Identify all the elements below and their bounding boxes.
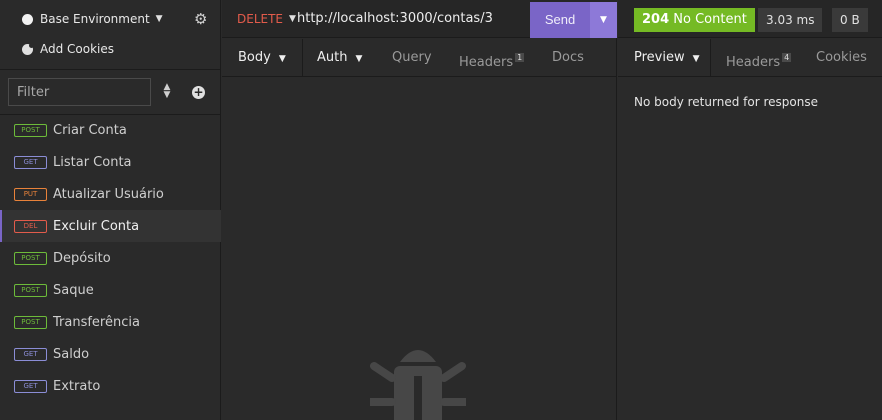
- request-item[interactable]: GET Extrato: [0, 370, 221, 402]
- url-input[interactable]: http://localhost:3000/contas/3: [297, 11, 493, 26]
- request-item[interactable]: POST Depósito: [0, 242, 221, 274]
- method-badge: POST: [14, 315, 47, 329]
- chevron-down-icon: ▼: [155, 14, 163, 24]
- tab-response-headers[interactable]: Headers 4: [726, 39, 792, 77]
- url-bar: DELETE ▼ http://localhost:3000/contas/3 …: [222, 0, 617, 38]
- gear-icon[interactable]: ⚙: [194, 12, 209, 27]
- request-name: Depósito: [53, 250, 111, 266]
- empty-response-message: No body returned for response: [634, 95, 818, 109]
- request-item[interactable]: PUT Atualizar Usuário: [0, 178, 221, 210]
- tab-auth[interactable]: Auth ▼: [317, 39, 362, 77]
- method-badge: GET: [14, 379, 47, 393]
- tab-preview-label: Preview: [634, 50, 685, 65]
- method-badge: POST: [14, 251, 47, 265]
- request-name: Criar Conta: [53, 122, 127, 138]
- request-name: Atualizar Usuário: [53, 186, 164, 202]
- size-badge: 0 B: [832, 8, 868, 32]
- response-status-bar: 204 No Content 3.03 ms 0 B: [618, 0, 882, 38]
- filter-input[interactable]: [8, 78, 151, 106]
- method-badge: GET: [14, 155, 47, 169]
- headers-count-badge: 1: [515, 53, 525, 62]
- chevron-down-icon: ▼: [278, 54, 286, 64]
- tab-docs[interactable]: Docs: [552, 39, 584, 77]
- tab-body[interactable]: Body ▼: [238, 39, 286, 77]
- environment-section: Base Environment ▼ ⚙ Add Cookies: [0, 0, 221, 70]
- request-name: Transferência: [53, 314, 140, 330]
- method-badge: POST: [14, 283, 47, 297]
- send-button[interactable]: Send: [530, 2, 590, 38]
- request-item[interactable]: GET Listar Conta: [0, 146, 221, 178]
- environment-dot-icon: [22, 13, 33, 25]
- response-headers-count-badge: 4: [782, 53, 792, 62]
- bug-icon: [370, 350, 466, 420]
- add-request-icon[interactable]: +: [192, 86, 205, 99]
- tab-query-label: Query: [392, 50, 432, 65]
- tab-divider: [302, 39, 303, 77]
- method-selector[interactable]: DELETE ▼: [237, 12, 296, 26]
- method-badge: POST: [14, 123, 47, 137]
- tab-cookies[interactable]: Cookies: [816, 39, 867, 77]
- environment-label: Base Environment: [40, 12, 150, 26]
- chevron-down-icon: ▼: [692, 54, 700, 64]
- tab-docs-label: Docs: [552, 50, 584, 65]
- tab-divider: [710, 39, 711, 77]
- tab-cookies-label: Cookies: [816, 50, 867, 65]
- request-panel: DELETE ▼ http://localhost:3000/contas/3 …: [222, 0, 617, 420]
- timing-badge: 3.03 ms: [758, 8, 823, 32]
- tab-body-label: Body: [238, 50, 271, 65]
- chevron-down-icon: ▼: [289, 14, 296, 24]
- response-panel: 204 No Content 3.03 ms 0 B Preview ▼ Head…: [618, 0, 882, 420]
- tab-auth-label: Auth: [317, 50, 348, 65]
- request-tabs: Body ▼ Auth ▼ Query Headers 1 Docs: [222, 39, 617, 77]
- method-label: DELETE: [237, 12, 284, 26]
- request-name: Saldo: [53, 346, 90, 362]
- request-item[interactable]: DEL Excluir Conta: [0, 210, 221, 242]
- tab-headers-label: Headers: [459, 55, 514, 70]
- tab-preview[interactable]: Preview ▼: [634, 39, 700, 77]
- environment-selector[interactable]: Base Environment ▼: [22, 12, 163, 26]
- add-cookies-button[interactable]: Add Cookies: [22, 42, 114, 56]
- request-item[interactable]: POST Transferência: [0, 306, 221, 338]
- status-badge: 204 No Content: [634, 8, 755, 32]
- request-item[interactable]: POST Saque: [0, 274, 221, 306]
- method-badge: GET: [14, 347, 47, 361]
- status-text: No Content: [673, 12, 747, 27]
- filter-section: ▲▼: [0, 70, 221, 115]
- sidebar: Base Environment ▼ ⚙ Add Cookies ▲▼ + PO…: [0, 0, 221, 420]
- add-cookies-label: Add Cookies: [40, 42, 115, 56]
- request-item[interactable]: GET Saldo: [0, 338, 221, 370]
- request-name: Listar Conta: [53, 154, 132, 170]
- method-badge: PUT: [14, 187, 47, 201]
- tab-headers[interactable]: Headers 1: [459, 39, 525, 77]
- method-badge: DEL: [14, 219, 47, 233]
- send-options-button[interactable]: ▼: [590, 2, 617, 38]
- tab-query[interactable]: Query: [392, 39, 432, 77]
- request-name: Excluir Conta: [53, 218, 140, 234]
- response-tabs: Preview ▼ Headers 4 Cookies: [618, 39, 882, 77]
- sort-icon[interactable]: ▲ ▼: [162, 83, 172, 101]
- status-code: 204: [642, 12, 670, 27]
- tab-response-headers-label: Headers: [726, 55, 781, 70]
- request-item[interactable]: POST Criar Conta: [0, 114, 221, 146]
- request-name: Extrato: [53, 378, 101, 394]
- request-name: Saque: [53, 282, 94, 298]
- chevron-down-icon: ▼: [355, 54, 363, 64]
- cookie-icon: [22, 42, 34, 55]
